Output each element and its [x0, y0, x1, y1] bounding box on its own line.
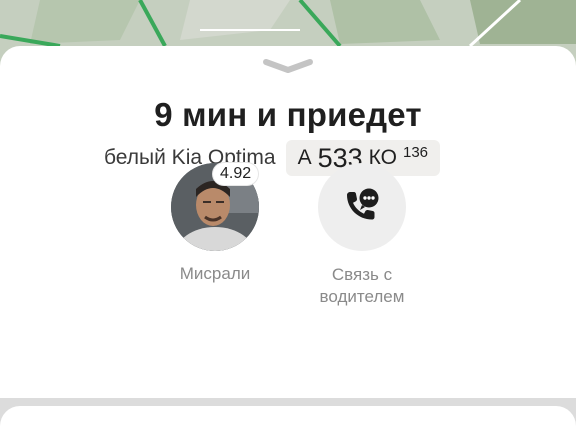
contact-driver-label: Связь с водителем [292, 264, 432, 308]
car-info: белый Kia Optima А 533 КО 136 [104, 140, 441, 176]
plate-region: 136 [402, 143, 429, 161]
driver-name: Мисрали [179, 264, 251, 283]
contact-driver-label-line-2: водителем [319, 287, 405, 306]
plate-letter: А [297, 146, 312, 169]
eta-title: 9 мин и приедет [154, 96, 422, 133]
ride-info-sheet: 9 мин и приедет белый Kia Optima А 533 К… [0, 46, 576, 398]
contact-driver-label-line-1: Связь с [331, 265, 393, 284]
driver-rating-badge: 4.92 [213, 163, 259, 185]
next-card [0, 406, 576, 436]
collapse-handle-icon[interactable] [262, 58, 314, 74]
driver-avatar-button[interactable]: 4.92 [171, 163, 259, 251]
phone-chat-icon [347, 188, 379, 220]
contact-driver-button[interactable] [318, 163, 406, 251]
